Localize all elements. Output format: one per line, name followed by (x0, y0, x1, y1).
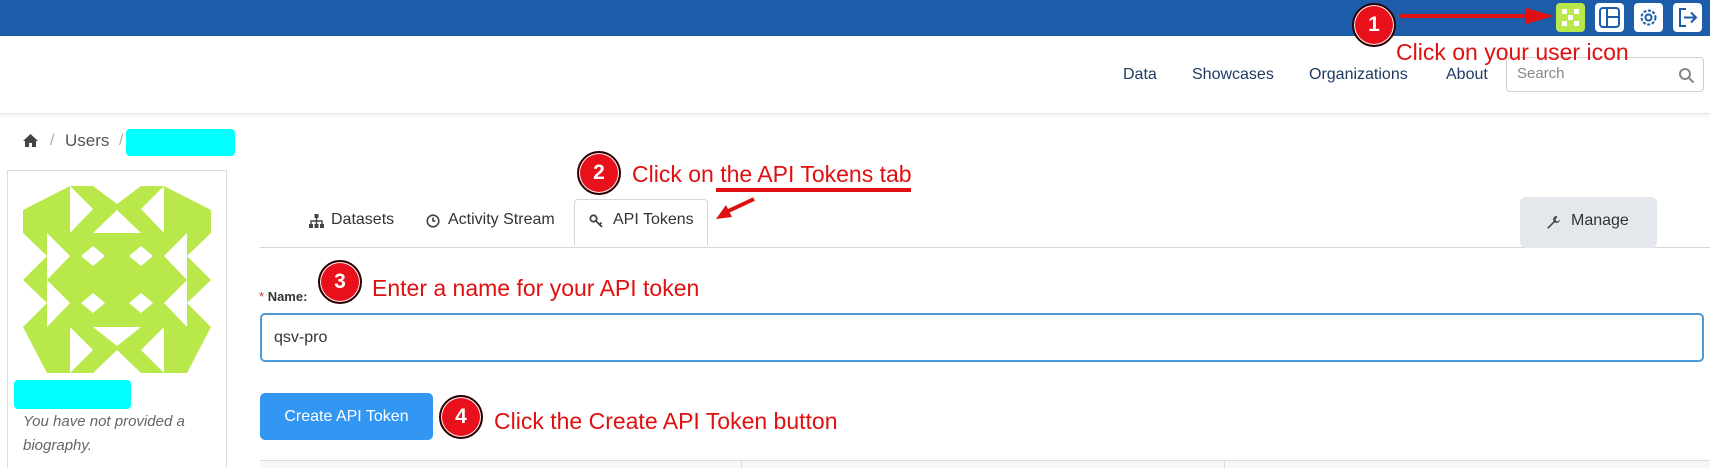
annotation-arrow-2 (716, 188, 911, 219)
user-avatar-icon[interactable] (1556, 3, 1585, 32)
sitemap-icon (309, 214, 324, 228)
manage-button-label: Manage (1571, 212, 1629, 229)
step-instruction-3: Enter a name for your API token (372, 275, 700, 301)
token-name-input[interactable] (260, 313, 1704, 362)
tab-api-tokens[interactable]: API Tokens (613, 211, 694, 229)
user-biography: You have not provided a biography. (23, 413, 185, 454)
table-column-divider (741, 460, 742, 468)
table-column-divider (1224, 460, 1225, 468)
search-icon[interactable] (1678, 67, 1695, 84)
nav-link-about[interactable]: About (1446, 66, 1488, 84)
name-label-text: Name: (267, 289, 308, 304)
key-icon (589, 214, 603, 228)
gear-icon[interactable] (1634, 3, 1663, 32)
nav-link-organizations[interactable]: Organizations (1309, 66, 1408, 84)
manage-button[interactable]: Manage (1520, 197, 1657, 248)
step-badge-1: 1 (1352, 3, 1396, 47)
tab-datasets[interactable]: Datasets (331, 211, 394, 229)
clock-icon (426, 214, 440, 228)
home-icon[interactable] (22, 133, 39, 148)
tab-activity-stream[interactable]: Activity Stream (448, 211, 555, 229)
logout-icon[interactable] (1673, 3, 1702, 32)
step-instruction-4: Click the Create API Token button (494, 408, 838, 434)
annotation-arrow-1 (1400, 8, 1554, 24)
redacted-username (126, 129, 235, 156)
create-api-token-button[interactable]: Create API Token (260, 393, 433, 440)
tab-divider (260, 247, 1710, 248)
step-badge-2: 2 (577, 151, 621, 195)
breadcrumb-separator: / (50, 132, 55, 149)
redacted-display-name (14, 380, 131, 409)
breadcrumb-users[interactable]: Users (65, 131, 109, 151)
nav-link-showcases[interactable]: Showcases (1192, 66, 1274, 84)
name-field-label: * Name: (259, 289, 307, 304)
step-badge-3: 3 (318, 260, 362, 304)
nav-link-data[interactable]: Data (1123, 66, 1157, 84)
dashboard-icon[interactable] (1595, 3, 1624, 32)
breadcrumb-separator: / (119, 132, 124, 149)
user-avatar (23, 186, 211, 373)
step-instruction-2: Click on the API Tokens tab (632, 161, 912, 187)
wrench-icon (1547, 216, 1560, 229)
tokens-table-header (260, 460, 1710, 468)
step-instruction-1: Click on your user icon (1396, 39, 1629, 65)
step-badge-4: 4 (439, 395, 483, 439)
required-asterisk: * (259, 289, 265, 304)
